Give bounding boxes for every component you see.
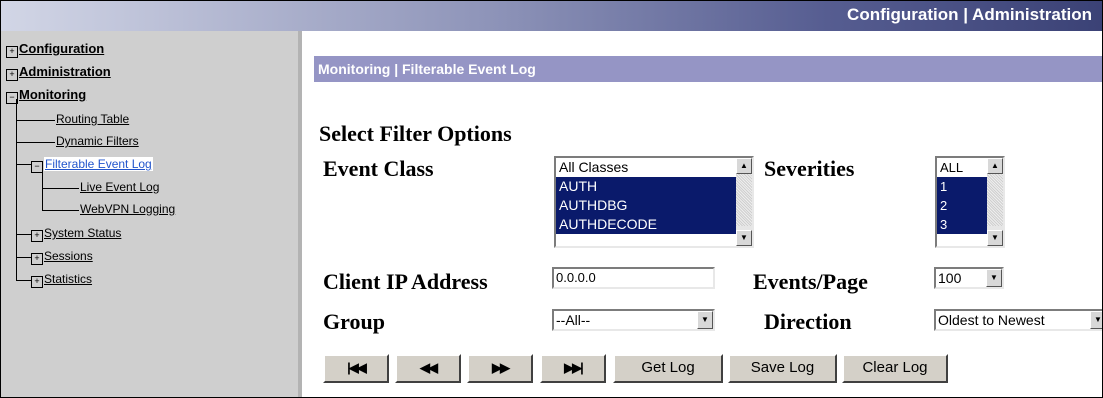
- tree-line: [16, 99, 17, 281]
- sidebar-item-administration[interactable]: + Administration: [6, 64, 111, 81]
- chevron-down-icon[interactable]: ▼: [986, 269, 1002, 287]
- expand-plus-icon[interactable]: +: [6, 69, 18, 81]
- event-class-label: Event Class: [323, 156, 434, 181]
- scroll-up-icon[interactable]: ▲: [736, 158, 752, 174]
- sidebar-item-filterable-event-log[interactable]: − Filterable Event Log: [31, 157, 153, 173]
- top-nav-links[interactable]: Configuration | Administration: [847, 5, 1092, 25]
- scroll-down-icon[interactable]: ▼: [987, 230, 1003, 246]
- next-page-button[interactable]: ▶▶: [467, 354, 533, 383]
- tree-line: [17, 120, 55, 121]
- group-select[interactable]: --All-- ▼: [552, 309, 715, 331]
- tree-line: [17, 234, 31, 235]
- client-ip-input[interactable]: 0.0.0.0: [552, 267, 715, 289]
- scroll-up-icon[interactable]: ▲: [987, 158, 1003, 174]
- direction-value: Oldest to Newest: [938, 312, 1045, 328]
- tree-line: [17, 280, 31, 281]
- clear-log-button[interactable]: Clear Log: [842, 354, 948, 383]
- top-banner: Configuration | Administration: [1, 1, 1102, 31]
- event-class-listbox[interactable]: All Classes AUTH AUTHDBG AUTHDECODE ▲ ▼: [554, 156, 754, 248]
- sidebar-item-system-status[interactable]: + System Status: [31, 226, 121, 242]
- list-option-selected[interactable]: AUTH: [556, 177, 752, 196]
- scroll-track[interactable]: [736, 174, 752, 226]
- collapse-minus-icon[interactable]: −: [31, 161, 43, 173]
- group-label: Group: [323, 309, 385, 334]
- list-option-selected[interactable]: AUTHDECODE: [556, 215, 752, 234]
- page-title-bar: Monitoring | Filterable Event Log: [314, 56, 1102, 82]
- sidebar-item-webvpn-logging[interactable]: WebVPN Logging: [80, 202, 175, 216]
- severities-label: Severities: [764, 156, 855, 181]
- save-log-button[interactable]: Save Log: [728, 354, 837, 383]
- first-page-button[interactable]: |◀◀: [323, 354, 389, 383]
- severities-listbox[interactable]: ALL 1 2 3 ▲ ▼: [935, 156, 1005, 248]
- last-page-button[interactable]: ▶▶|: [540, 354, 606, 383]
- scroll-down-icon[interactable]: ▼: [736, 230, 752, 246]
- sidebar-item-live-event-log[interactable]: Live Event Log: [80, 180, 159, 194]
- group-value: --All--: [556, 312, 591, 328]
- previous-page-button[interactable]: ◀◀: [395, 354, 461, 383]
- direction-label: Direction: [764, 309, 852, 334]
- events-page-select[interactable]: 100 ▼: [934, 267, 1004, 289]
- direction-select[interactable]: Oldest to Newest ▼: [934, 309, 1102, 331]
- page-title: Monitoring | Filterable Event Log: [318, 61, 536, 77]
- sidebar-item-configuration[interactable]: + Configuration: [6, 41, 104, 58]
- client-ip-label: Client IP Address: [323, 269, 488, 294]
- sidebar-item-sessions[interactable]: + Sessions: [31, 249, 93, 265]
- expand-plus-icon[interactable]: +: [31, 253, 43, 265]
- expand-plus-icon[interactable]: +: [31, 276, 43, 288]
- tree-line: [17, 164, 31, 165]
- tree-line: [43, 210, 79, 211]
- list-option[interactable]: All Classes: [556, 158, 752, 177]
- section-heading: Select Filter Options: [319, 121, 512, 146]
- app-window: Configuration | Administration + Configur…: [0, 0, 1103, 398]
- list-option-selected[interactable]: AUTHDBG: [556, 196, 752, 215]
- events-page-label: Events/Page: [753, 269, 868, 294]
- events-page-value: 100: [938, 270, 962, 286]
- scroll-track[interactable]: [987, 174, 1003, 226]
- tree-line: [42, 171, 43, 211]
- expand-plus-icon[interactable]: +: [6, 46, 18, 58]
- tree-line: [17, 257, 31, 258]
- sidebar-item-dynamic-filters[interactable]: Dynamic Filters: [56, 134, 139, 148]
- expand-plus-icon[interactable]: +: [31, 230, 43, 242]
- chevron-down-icon[interactable]: ▼: [697, 311, 713, 329]
- tree-line: [17, 142, 55, 143]
- sidebar-divider: [298, 31, 302, 397]
- chevron-down-icon[interactable]: ▼: [1090, 311, 1102, 329]
- get-log-button[interactable]: Get Log: [613, 354, 723, 383]
- collapse-minus-icon[interactable]: −: [6, 92, 18, 104]
- sidebar-item-monitoring[interactable]: − Monitoring: [6, 87, 86, 104]
- sidebar-item-routing-table[interactable]: Routing Table: [56, 112, 129, 126]
- sidebar-item-statistics[interactable]: + Statistics: [31, 272, 92, 288]
- scrollbar[interactable]: ▲ ▼: [987, 158, 1003, 246]
- scrollbar[interactable]: ▲ ▼: [736, 158, 752, 246]
- tree-line: [43, 188, 79, 189]
